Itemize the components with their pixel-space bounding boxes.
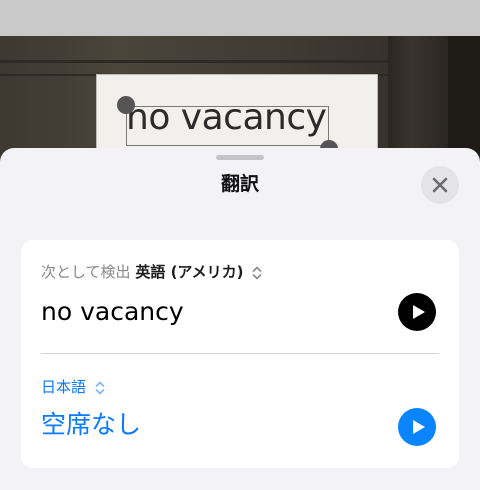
play-icon: [413, 420, 425, 434]
translate-sheet: 翻訳 次として検出 英語 (アメリカ) no vacancy 日本語 空席なし: [0, 148, 480, 490]
detected-as-label: 次として検出: [41, 263, 131, 281]
target-language-label: 日本語: [41, 378, 87, 396]
target-language-selector[interactable]: 日本語: [41, 377, 105, 397]
translated-text: 空席なし: [41, 410, 142, 439]
chevron-up-down-icon: [95, 381, 105, 394]
divider: [41, 353, 439, 354]
play-translation-button[interactable]: [398, 408, 436, 446]
play-source-button[interactable]: [398, 293, 436, 331]
sheet-grabber[interactable]: [216, 155, 264, 160]
close-icon: [432, 177, 448, 193]
source-language-selector[interactable]: 次として検出 英語 (アメリカ): [41, 262, 262, 282]
close-button[interactable]: [421, 166, 459, 204]
chevron-up-down-icon: [253, 266, 262, 279]
translation-card: 次として検出 英語 (アメリカ) no vacancy 日本語 空席なし: [21, 240, 459, 468]
source-language-label: 英語 (アメリカ): [135, 263, 244, 281]
photo-door-rail: [0, 60, 395, 63]
sheet-title: 翻訳: [220, 173, 259, 195]
source-text: no vacancy: [41, 297, 184, 326]
detected-text[interactable]: no vacancy: [126, 98, 327, 138]
photo-ceiling: [0, 0, 480, 36]
selection-handle-start[interactable]: [117, 96, 135, 114]
play-icon: [413, 305, 425, 319]
